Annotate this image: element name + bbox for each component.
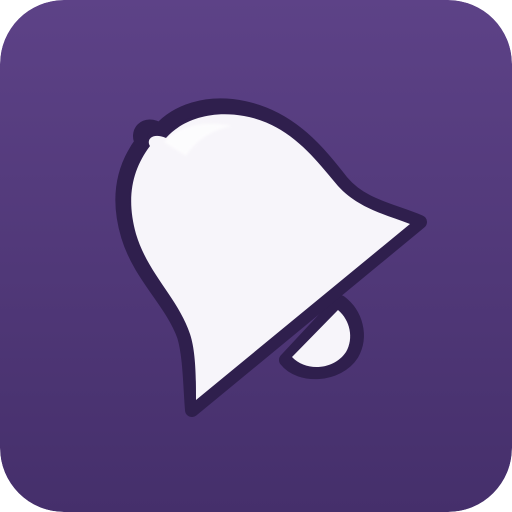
app-icon[interactable] (0, 0, 512, 512)
app-icon-graphic (0, 0, 512, 512)
